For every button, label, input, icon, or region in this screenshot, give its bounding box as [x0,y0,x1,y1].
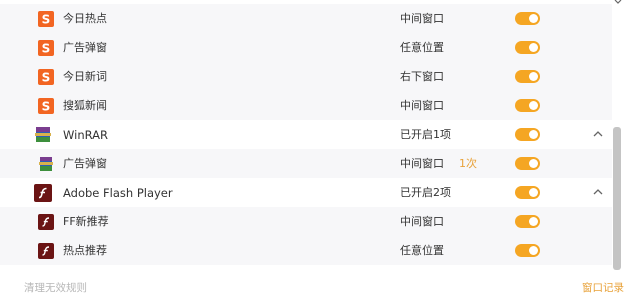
toggle-knob [529,246,538,255]
chevron-up-icon[interactable] [592,128,604,140]
toggle-knob [529,72,538,81]
rule-position: 右下窗口 [400,70,444,83]
group-row-flash[interactable]: Adobe Flash Player 已开启2项 [0,178,612,207]
rule-name: 今日新词 [63,70,107,83]
rule-toggle[interactable] [515,41,540,54]
window-log-link[interactable]: 窗口记录 [582,280,624,295]
rule-name: 广告弹窗 [63,157,107,170]
group-row-winrar[interactable]: WinRAR 已开启1项 [0,120,612,149]
group-status: 已开启2项 [400,186,451,199]
clear-invalid-rules-link[interactable]: 清理无效规则 [24,280,87,295]
flash-icon [34,184,52,202]
rule-name: 今日热点 [63,12,107,25]
toggle-knob [529,217,538,226]
rule-position: 任意位置 [400,244,444,257]
rule-name: 热点推荐 [63,244,107,257]
toggle-knob [529,188,538,197]
svg-text:S: S [42,42,51,56]
group-status: 已开启1项 [400,128,451,141]
rule-name: 广告弹窗 [63,41,107,54]
rule-position: 中间窗口 [400,12,444,25]
toggle-knob [529,43,538,52]
winrar-icon [39,157,53,171]
toggle-knob [529,130,538,139]
toggle-knob [529,14,538,23]
group-toggle[interactable] [515,186,540,199]
scroll-up-arrow-icon[interactable] [613,0,623,6]
chevron-up-icon[interactable] [592,186,604,198]
toggle-knob [529,159,538,168]
rule-toggle[interactable] [515,70,540,83]
rule-row[interactable]: S 广告弹窗 任意位置 [0,33,612,62]
svg-text:S: S [42,100,51,114]
svg-text:S: S [42,13,51,27]
flash-icon [38,243,54,259]
rule-row[interactable]: 热点推荐 任意位置 [0,236,612,265]
toggle-knob [529,101,538,110]
footer [0,270,640,305]
rule-row[interactable]: FF新推荐 中间窗口 [0,207,612,236]
rule-position: 中间窗口 [400,215,444,228]
rule-row[interactable]: S 搜狐新闻 中间窗口 [0,91,612,120]
rule-position: 任意位置 [400,41,444,54]
rule-position: 中间窗口 [400,157,444,170]
rule-name: 搜狐新闻 [63,99,107,112]
rule-toggle[interactable] [515,244,540,257]
rule-name: FF新推荐 [63,215,109,228]
rule-list: S 今日热点 中间窗口 S 广告弹窗 任意位置 S 今日新词 右下窗口 S 搜狐… [0,0,612,270]
winrar-icon [35,127,51,142]
group-name: Adobe Flash Player [63,186,173,200]
group-name: WinRAR [63,128,108,142]
flash-icon [38,214,54,230]
rule-position: 中间窗口 [400,99,444,112]
rule-toggle[interactable] [515,99,540,112]
rule-toggle[interactable] [515,157,540,170]
sohu-icon: S [38,98,54,114]
rule-row[interactable]: 广告弹窗 中间窗口 1次 [0,149,612,178]
sohu-icon: S [38,11,54,27]
sohu-icon: S [38,69,54,85]
sohu-icon: S [38,40,54,56]
trigger-count: 1次 [459,157,477,170]
rule-row[interactable]: S 今日热点 中间窗口 [0,4,612,33]
rule-row[interactable]: S 今日新词 右下窗口 [0,62,612,91]
svg-text:S: S [42,71,51,85]
scrollbar-thumb[interactable] [613,127,621,270]
rule-toggle[interactable] [515,12,540,25]
rule-toggle[interactable] [515,215,540,228]
group-toggle[interactable] [515,128,540,141]
